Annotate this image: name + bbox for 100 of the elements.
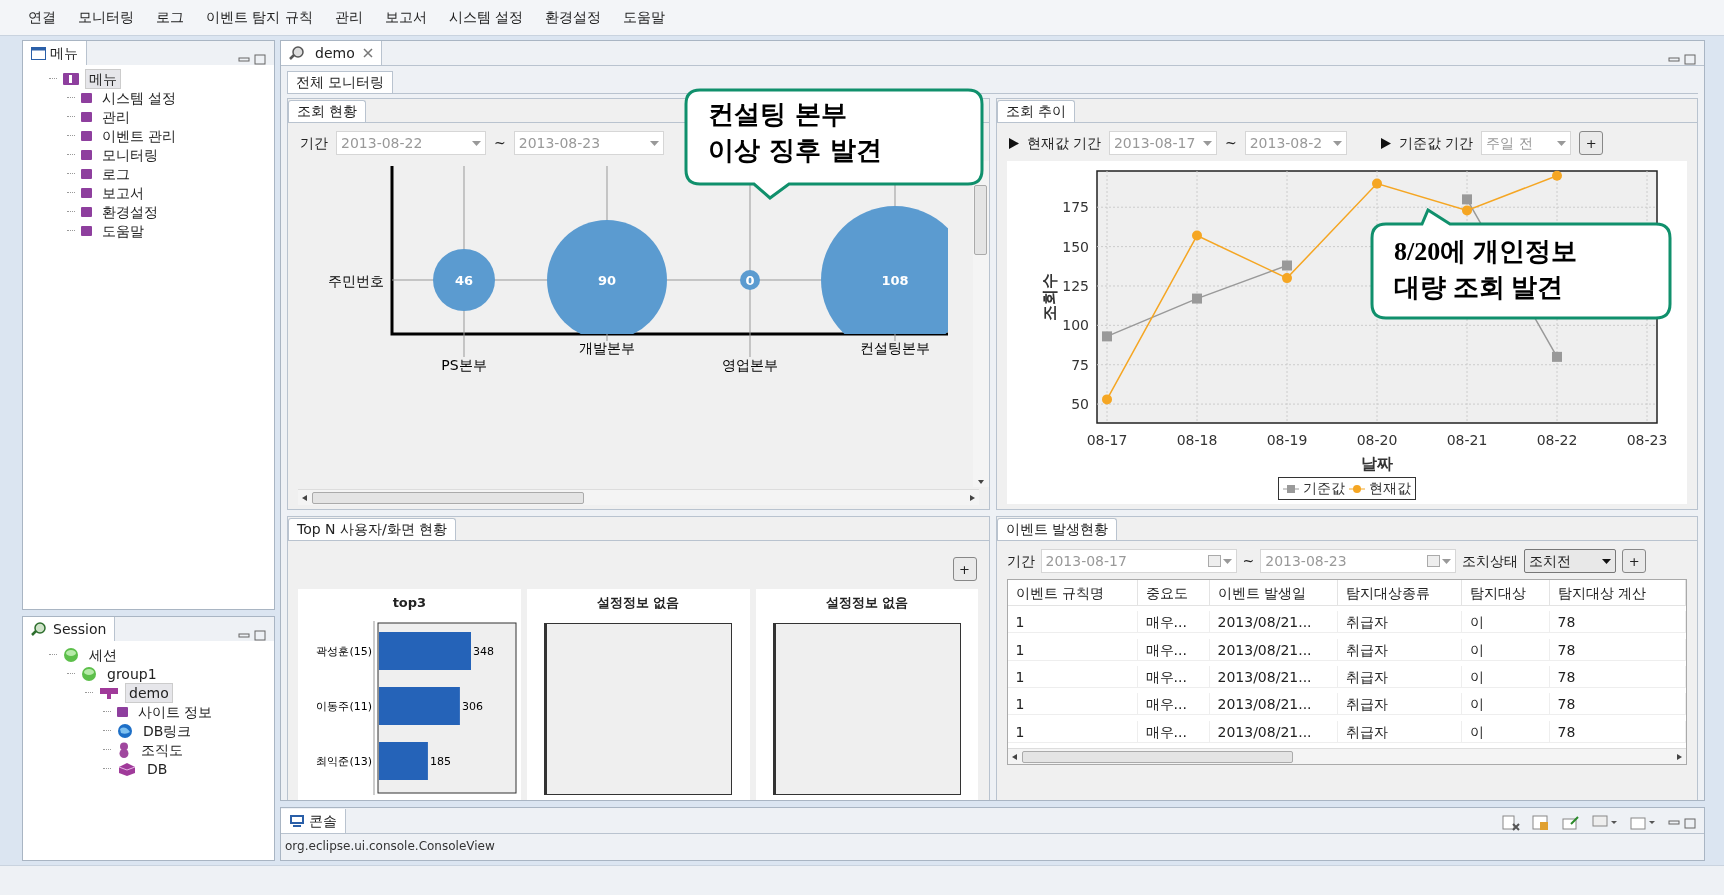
tree-item[interactable]: 관리: [98, 106, 134, 127]
caret-icon[interactable]: [1602, 558, 1612, 564]
column-header[interactable]: 탐지대상종류: [1337, 580, 1462, 606]
new-window-icon[interactable]: [1630, 815, 1656, 831]
figure-eight-icon: [117, 741, 131, 758]
table-cell: 이: [1461, 720, 1550, 743]
menu-item[interactable]: 로그: [156, 7, 184, 28]
panel-tab[interactable]: 콘솔: [281, 809, 346, 833]
menu-item[interactable]: 관리: [334, 7, 363, 28]
panel-tab[interactable]: 조회 현황: [288, 100, 367, 122]
data-label: 348: [473, 644, 495, 658]
tick-label: 100: [1062, 317, 1089, 334]
play-icon: [1008, 137, 1019, 149]
data-point: [1101, 394, 1112, 405]
square-icon: [81, 206, 92, 217]
maximize-icon[interactable]: [1684, 54, 1696, 65]
calendar-icon[interactable]: [1207, 555, 1221, 567]
tray-icon: [99, 685, 119, 700]
scroll-thumb[interactable]: [312, 491, 585, 504]
table-cell: 이: [1461, 638, 1550, 661]
tree-item[interactable]: 세션: [85, 644, 121, 665]
category-label: 이동주(11): [316, 699, 373, 713]
tree-item[interactable]: 조직도: [137, 739, 187, 760]
tree-item[interactable]: 사이트 정보: [134, 701, 217, 722]
minimize-icon[interactable]: [1668, 819, 1680, 827]
tree-item[interactable]: 메뉴: [85, 68, 121, 89]
tree-item[interactable]: 로그: [98, 163, 134, 184]
tree-item[interactable]: group1: [103, 663, 161, 684]
tree-item[interactable]: 모니터링: [98, 144, 162, 165]
tree-item[interactable]: 환경설정: [98, 201, 162, 222]
tree-item[interactable]: DB: [143, 758, 172, 779]
calendar-icon[interactable]: [1427, 555, 1441, 567]
tree-item[interactable]: 시스템 설정: [98, 87, 181, 108]
maximize-icon[interactable]: [254, 630, 266, 641]
add-button[interactable]: +: [1579, 131, 1604, 155]
view-tab[interactable]: 전체 모니터링: [287, 71, 394, 93]
panel-tab[interactable]: 조회 추이: [996, 100, 1075, 122]
tree-item[interactable]: demo: [125, 682, 173, 703]
menu-item[interactable]: 이벤트 탐지 규칙: [206, 7, 313, 28]
scrollbar[interactable]: [1007, 748, 1686, 764]
minimize-icon[interactable]: [1668, 55, 1680, 64]
scrollbar[interactable]: [972, 161, 989, 487]
menu-item[interactable]: 연결: [28, 7, 56, 28]
table-cell: 취급자: [1337, 666, 1462, 688]
maximize-icon[interactable]: [254, 54, 266, 65]
menu-item[interactable]: 시스템 설정: [448, 7, 524, 28]
data-point: [1551, 351, 1562, 362]
tick-label: 150: [1062, 238, 1089, 255]
add-button[interactable]: +: [1622, 549, 1647, 573]
ball-icon: [63, 646, 79, 663]
table-cell: 취급자: [1337, 693, 1462, 716]
tree-item[interactable]: 보고서: [98, 182, 148, 203]
scroll-thumb[interactable]: [974, 185, 987, 255]
tree-item[interactable]: 이벤트 관리: [98, 125, 181, 146]
tick-label: 08-19: [1266, 432, 1308, 448]
column-header[interactable]: 이벤트 발생일: [1209, 580, 1338, 606]
table-cell: 1: [1007, 611, 1138, 634]
scroll-thumb[interactable]: [1021, 750, 1293, 763]
data-point: [1371, 178, 1382, 189]
status-dropdown[interactable]: 조치전: [1524, 549, 1617, 573]
menu-item[interactable]: 도움말: [623, 7, 666, 28]
minimize-icon[interactable]: [238, 55, 250, 64]
panel-tab[interactable]: 이벤트 발생현황: [996, 518, 1117, 540]
panel-tab[interactable]: 메뉴: [23, 41, 87, 65]
square-icon: [81, 225, 92, 236]
editor-tab[interactable]: demo: [281, 41, 382, 65]
menu-item[interactable]: 모니터링: [78, 7, 134, 28]
panel-tab[interactable]: Top N 사용자/화면 현황: [288, 518, 457, 540]
category-label: 곽성훈(15): [316, 644, 373, 658]
column-header[interactable]: 이벤트 규칙명: [1007, 580, 1138, 606]
tree-item[interactable]: 도움말: [98, 220, 148, 241]
axis-label: 개발본부: [579, 340, 635, 356]
table-cell: 2013/08/21...: [1209, 638, 1338, 661]
panel-tab[interactable]: Session: [23, 617, 116, 641]
window-icon: [31, 46, 46, 60]
bubble: [740, 270, 760, 290]
menu-item[interactable]: 보고서: [384, 7, 427, 28]
legend-marker-icon: [1348, 483, 1365, 494]
close-icon[interactable]: [362, 48, 373, 58]
data-label: 306: [462, 699, 484, 713]
tree-item[interactable]: DB링크: [139, 720, 196, 741]
clear-console-icon[interactable]: [1502, 815, 1520, 831]
column-header[interactable]: 탐지대상: [1461, 580, 1550, 606]
minimize-icon[interactable]: [238, 631, 250, 640]
column-header[interactable]: 중요도: [1137, 580, 1210, 606]
table-cell: 이: [1461, 693, 1550, 716]
field-label: 기간: [300, 133, 328, 153]
column-header[interactable]: 탐지대상 계산: [1549, 580, 1686, 606]
chart-title: 설정정보 없음: [596, 594, 680, 612]
legend-marker-icon: [1282, 483, 1299, 494]
bubble-label: 108: [881, 273, 909, 288]
tick-label: 175: [1062, 199, 1089, 216]
data-point: [1191, 230, 1202, 241]
menu-item[interactable]: 환경설정: [545, 7, 602, 28]
scrollbar[interactable]: [298, 489, 979, 505]
table-cell: 2013/08/21...: [1209, 611, 1338, 634]
table-cell: 78: [1549, 611, 1686, 634]
add-button[interactable]: +: [952, 557, 977, 581]
table-cell: 78: [1549, 638, 1686, 661]
maximize-icon[interactable]: [1684, 817, 1696, 829]
